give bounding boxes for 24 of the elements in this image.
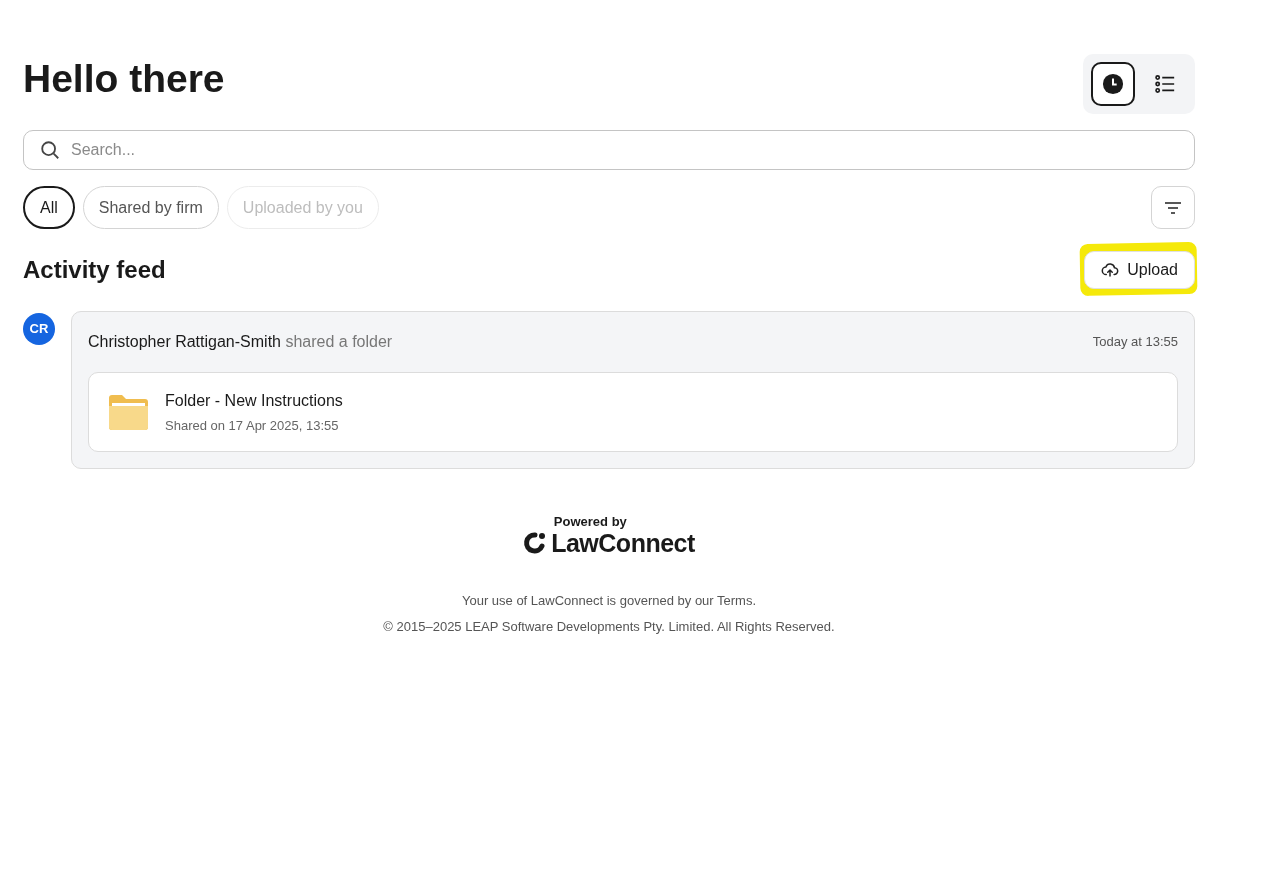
filter-icon bbox=[1164, 200, 1182, 215]
filter-button[interactable] bbox=[1151, 186, 1195, 229]
activity-text: Christopher Rattigan-Smith shared a folder bbox=[88, 332, 393, 352]
activity-time: Today at 13:55 bbox=[1092, 333, 1178, 352]
folder-card[interactable]: Folder - New Instructions Shared on 17 Apr 2025, 13:55 bbox=[88, 372, 1178, 452]
section-title: Activity feed bbox=[23, 255, 166, 285]
list-icon bbox=[1154, 73, 1176, 95]
brand-logo-icon bbox=[523, 531, 548, 555]
powered-by-text: Powered by bbox=[553, 515, 627, 529]
folder-icon bbox=[108, 394, 149, 430]
search-icon bbox=[39, 139, 61, 161]
upload-button[interactable]: Upload bbox=[1084, 251, 1195, 289]
page-heading: Hello there bbox=[23, 56, 225, 102]
search-field[interactable]: Search... bbox=[23, 130, 1195, 170]
filter-chip[interactable]: All bbox=[23, 186, 75, 229]
avatar: CR bbox=[23, 313, 55, 345]
folder-meta: Shared on 17 Apr 2025, 13:55 bbox=[165, 416, 340, 435]
recent-view-tab[interactable] bbox=[1091, 62, 1135, 106]
copyright-text: © 2015–2025 LEAP Software Developments Pty. Limited. All Rights Reserved. bbox=[383, 617, 835, 636]
terms-text: Your use of LawConnect is governed by our Terms. bbox=[461, 592, 757, 610]
folder-name: Folder - New Instructions bbox=[165, 390, 343, 411]
brand-name: LawConnect bbox=[551, 529, 695, 557]
clock-icon bbox=[1102, 73, 1124, 95]
cloud-upload-icon bbox=[1101, 261, 1120, 279]
